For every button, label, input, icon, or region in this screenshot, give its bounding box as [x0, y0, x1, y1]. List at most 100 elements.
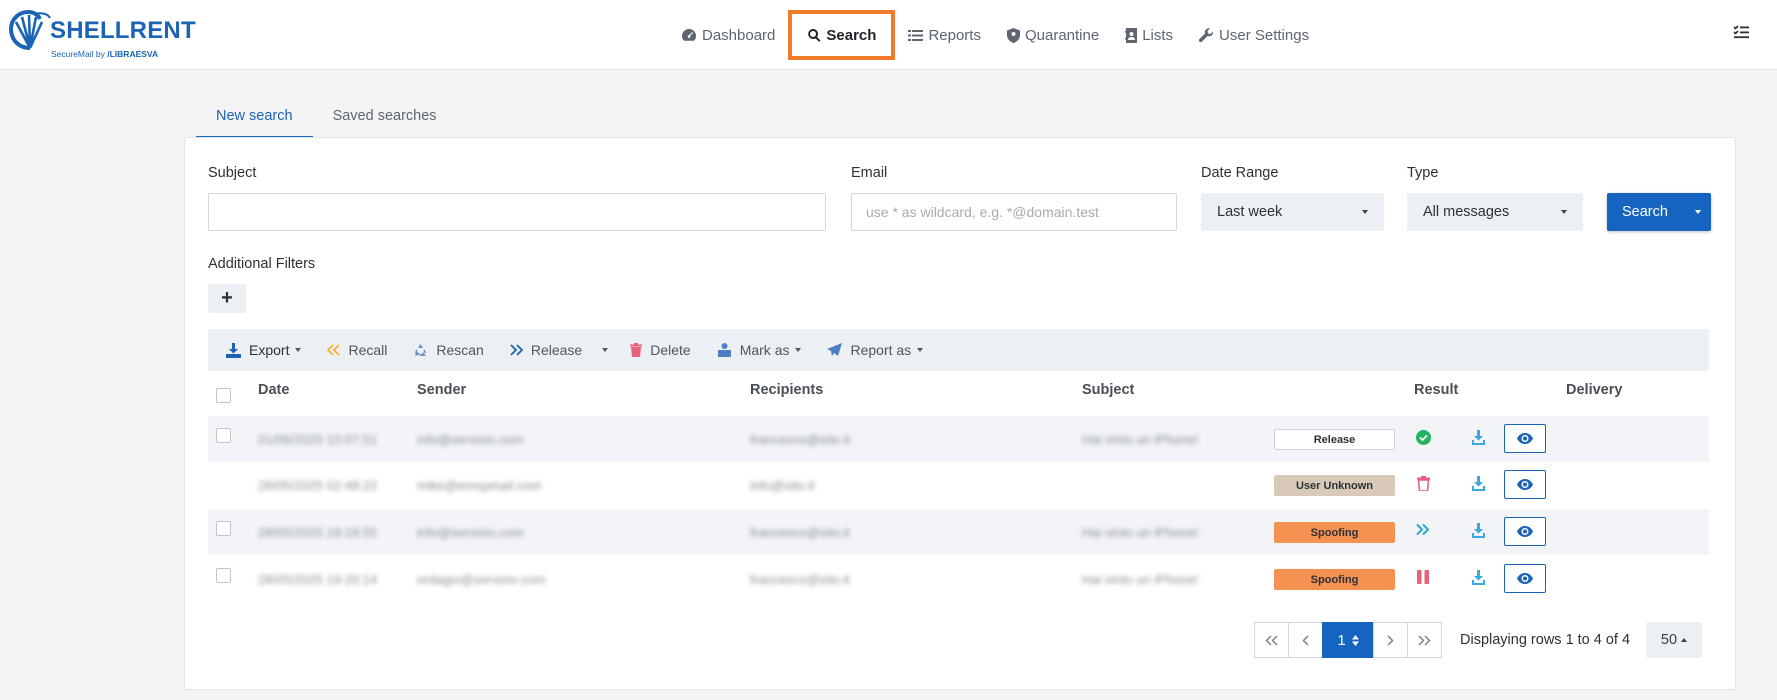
- status-badge: Spoofing: [1274, 569, 1395, 590]
- eye-icon: [1517, 573, 1533, 584]
- rescan-button[interactable]: Rescan: [413, 342, 484, 358]
- view-message-button[interactable]: [1504, 424, 1546, 453]
- date-range-select[interactable]: Last week: [1201, 193, 1384, 231]
- release-button[interactable]: Release: [510, 342, 582, 358]
- actions-toolbar: Export Recall Rescan Release Delete Mark…: [208, 329, 1709, 371]
- email-label: Email: [851, 165, 888, 181]
- status-badge: Spoofing: [1274, 522, 1395, 543]
- chevron-left-icon: [1302, 634, 1309, 646]
- export-button[interactable]: Export: [226, 342, 302, 358]
- pagination-info: Displaying rows 1 to 4 of 4: [1460, 632, 1631, 648]
- current-page-select[interactable]: 1: [1322, 622, 1374, 658]
- pause-icon: [1417, 570, 1429, 584]
- nav-lists-label: Lists: [1142, 26, 1174, 44]
- pagination: 1: [1254, 622, 1442, 658]
- release-options-dropdown[interactable]: [602, 348, 609, 352]
- chevron-right-icon: [1387, 634, 1394, 646]
- sort-icon: [1351, 634, 1359, 646]
- search-tabs: New search Saved searches: [196, 96, 457, 138]
- nav-reports-label: Reports: [928, 26, 981, 44]
- tab-new-search[interactable]: New search: [196, 96, 313, 138]
- search-button[interactable]: Search: [1607, 193, 1685, 231]
- view-message-button[interactable]: [1504, 517, 1546, 546]
- current-page-number: 1: [1337, 631, 1346, 649]
- column-header-recipients[interactable]: Recipients: [750, 382, 823, 398]
- download-icon[interactable]: [1472, 570, 1485, 585]
- download-icon[interactable]: [1472, 430, 1485, 445]
- status-badge: User Unknown: [1274, 475, 1395, 496]
- report-as-button[interactable]: Report as: [827, 342, 924, 358]
- row-recipients: info@sito.it: [750, 478, 815, 493]
- table-row[interactable]: 01/06/2025 10:07:51 info@servizio.com fr…: [208, 416, 1709, 462]
- chevron-down-icon: [602, 348, 609, 352]
- table-row[interactable]: 28/05/2025 19:20:14 ordagio@servizio.com…: [208, 556, 1709, 602]
- export-label: Export: [249, 342, 290, 358]
- additional-filters-label: Additional Filters: [208, 256, 316, 272]
- row-sender: ordagio@servizio.com: [417, 572, 546, 587]
- column-header-delivery[interactable]: Delivery: [1566, 382, 1622, 398]
- checklist-menu-icon: [1733, 25, 1749, 39]
- brand-logo[interactable]: SHELLRENT SecureMail by /LIBRAESVA: [8, 8, 208, 62]
- nav-dashboard[interactable]: Dashboard: [668, 10, 788, 60]
- select-all-checkbox[interactable]: [216, 388, 231, 403]
- recall-button[interactable]: Recall: [327, 342, 387, 358]
- search-options-dropdown[interactable]: [1685, 193, 1711, 231]
- column-header-subject[interactable]: Subject: [1082, 382, 1134, 398]
- nav-lists[interactable]: Lists: [1112, 10, 1186, 60]
- recall-label: Recall: [348, 342, 388, 358]
- recycle-icon: [415, 343, 427, 356]
- add-filter-button[interactable]: +: [208, 284, 246, 313]
- check-circle-icon: [1416, 430, 1431, 445]
- nav-dashboard-label: Dashboard: [702, 26, 776, 44]
- nav-search[interactable]: Search: [788, 10, 896, 60]
- subject-input[interactable]: [208, 193, 826, 231]
- chevron-down-icon: [295, 348, 302, 352]
- first-page-button[interactable]: [1254, 622, 1289, 658]
- shell-logo-icon: [8, 9, 51, 50]
- date-range-value: Last week: [1217, 204, 1283, 220]
- row-recipients: francesco@sito.it: [750, 572, 850, 587]
- column-header-result[interactable]: Result: [1414, 382, 1458, 398]
- next-page-button[interactable]: [1373, 622, 1408, 658]
- brand-subtitle: SecureMail by /LIBRAESVA: [51, 49, 159, 59]
- double-chevron-right-icon: [1418, 634, 1431, 646]
- previous-page-button[interactable]: [1288, 622, 1323, 658]
- nav-quarantine-label: Quarantine: [1024, 26, 1100, 44]
- chevron-down-icon: [917, 348, 924, 352]
- double-chevron-icon: [1416, 523, 1430, 536]
- mark-as-button[interactable]: Mark as: [717, 342, 802, 358]
- eye-icon: [1517, 526, 1533, 537]
- tab-saved-searches[interactable]: Saved searches: [313, 96, 457, 138]
- page-size-value: 50: [1660, 632, 1678, 648]
- type-select[interactable]: All messages: [1407, 193, 1583, 231]
- row-checkbox[interactable]: [216, 428, 231, 443]
- row-sender: info@servizio.com: [417, 432, 524, 447]
- delete-button[interactable]: Delete: [630, 342, 691, 358]
- page-size-select[interactable]: 50: [1646, 622, 1702, 658]
- email-input[interactable]: [851, 193, 1177, 231]
- table-row[interactable]: 28/05/2025 02:48:22 mike@emspmail.com in…: [208, 462, 1709, 508]
- view-message-button[interactable]: [1504, 564, 1546, 593]
- column-header-sender[interactable]: Sender: [417, 382, 466, 398]
- main-nav: Dashboard Search Reports Quarantine List…: [668, 0, 1322, 70]
- top-bar: SHELLRENT SecureMail by /LIBRAESVA Dashb…: [0, 0, 1777, 70]
- row-subject: Hai vinto un iPhone!: [1082, 525, 1199, 540]
- row-recipients: francesco@sito.it: [750, 525, 850, 540]
- nav-user-settings[interactable]: User Settings: [1186, 10, 1322, 60]
- user-mark-icon: [717, 343, 731, 357]
- row-checkbox[interactable]: [216, 521, 231, 536]
- nav-reports[interactable]: Reports: [895, 10, 994, 60]
- column-header-date[interactable]: Date: [258, 382, 289, 398]
- view-message-button[interactable]: [1504, 470, 1546, 499]
- search-button-group: Search: [1607, 193, 1711, 231]
- shield-icon: [1006, 27, 1020, 43]
- row-checkbox[interactable]: [216, 568, 231, 583]
- delete-label: Delete: [650, 342, 691, 358]
- row-sender: info@servizio.com: [417, 525, 524, 540]
- last-page-button[interactable]: [1407, 622, 1442, 658]
- download-icon[interactable]: [1472, 476, 1485, 491]
- nav-quarantine[interactable]: Quarantine: [994, 10, 1112, 60]
- download-icon[interactable]: [1472, 523, 1485, 538]
- menu-toggle[interactable]: [1733, 25, 1749, 42]
- table-row[interactable]: 28/05/2025 19:18:55 info@servizio.com fr…: [208, 509, 1709, 555]
